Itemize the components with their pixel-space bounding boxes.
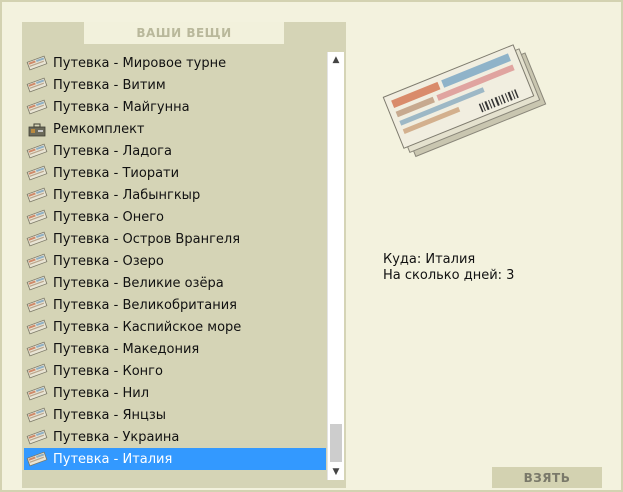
list-item-label: Путевка - Каспийское море	[53, 319, 242, 335]
list-item[interactable]: Путевка - Витим	[24, 74, 326, 96]
list-item-label: Путевка - Витим	[53, 77, 166, 93]
list-item-label: Путевка - Македония	[53, 341, 200, 357]
repair-kit-icon	[26, 121, 48, 137]
scroll-up-arrow-icon[interactable]: ▲	[328, 52, 344, 68]
ticket-icon	[26, 407, 48, 423]
list-scrollbar[interactable]: ▲ ▼	[327, 52, 344, 480]
list-item-label: Путевка - Мировое турне	[53, 55, 227, 71]
days-text: На сколько дней: 3	[383, 268, 515, 283]
item-details: Куда: Италия На сколько дней: 3	[383, 252, 514, 284]
list-item-label: Ремкомплект	[53, 121, 145, 137]
list-item[interactable]: Путевка - Нил	[24, 382, 326, 404]
list-item-label: Путевка - Великобритания	[53, 297, 237, 313]
items-list[interactable]: Путевка - Мировое турне Путевка - Витим Пу…	[24, 52, 326, 470]
list-item[interactable]: Путевка - Мировое турне	[24, 52, 326, 74]
ticket-icon	[26, 385, 48, 401]
ticket-icon	[26, 297, 48, 313]
ticket-icon	[26, 275, 48, 291]
destination-text: Куда: Италия	[383, 252, 476, 267]
list-item[interactable]: Путевка - Янцзы	[24, 404, 326, 426]
ticket-icon	[26, 319, 48, 335]
list-item[interactable]: Путевка - Великобритания	[24, 294, 326, 316]
list-item-label: Путевка - Великие озёра	[53, 275, 224, 291]
list-item-label: Путевка - Лабынгкыр	[53, 187, 201, 203]
list-item-label: Путевка - Нил	[53, 385, 150, 401]
ticket-icon	[26, 187, 48, 203]
list-item-label: Путевка - Ладога	[53, 143, 172, 159]
list-item[interactable]: Путевка - Македония	[24, 338, 326, 360]
list-item[interactable]: Путевка - Озеро	[24, 250, 326, 272]
item-preview-image	[378, 40, 548, 170]
list-item-label: Путевка - Конго	[53, 363, 163, 379]
list-item-label: Путевка - Янцзы	[53, 407, 167, 423]
ticket-icon	[26, 55, 48, 71]
list-item[interactable]: Путевка - Украина	[24, 426, 326, 448]
ticket-icon	[26, 429, 48, 445]
list-item[interactable]: Путевка - Остров Врангеля	[24, 228, 326, 250]
ticket-icon	[26, 165, 48, 181]
list-item-label: Путевка - Остров Врангеля	[53, 231, 241, 247]
list-item[interactable]: Путевка - Ладога	[24, 140, 326, 162]
list-item[interactable]: Путевка - Тиорати	[24, 162, 326, 184]
list-item[interactable]: Путевка - Конго	[24, 360, 326, 382]
scroll-thumb[interactable]	[330, 424, 342, 462]
list-item[interactable]: Ремкомплект	[24, 118, 326, 140]
take-button[interactable]: ВЗЯТЬ	[492, 467, 602, 488]
ticket-icon	[26, 341, 48, 357]
panel-title: ВАШИ ВЕЩИ	[84, 22, 284, 44]
ticket-bundle-icon	[382, 44, 547, 158]
ticket-icon	[26, 143, 48, 159]
list-item-label: Путевка - Тиорати	[53, 165, 180, 181]
list-item[interactable]: Путевка - Лабынгкыр	[24, 184, 326, 206]
list-item-label: Путевка - Майгунна	[53, 99, 190, 115]
ticket-icon	[26, 231, 48, 247]
list-item-label: Путевка - Италия	[53, 451, 173, 467]
list-item-label: Путевка - Онего	[53, 209, 164, 225]
list-item[interactable]: Путевка - Майгунна	[24, 96, 326, 118]
list-item-label: Путевка - Озеро	[53, 253, 164, 269]
ticket-icon	[26, 77, 48, 93]
ticket-icon	[26, 99, 48, 115]
ticket-icon	[26, 209, 48, 225]
ticket-icon	[26, 363, 48, 379]
list-item[interactable]: Путевка - Каспийское море	[24, 316, 326, 338]
list-item[interactable]: Путевка - Италия	[24, 448, 326, 470]
ticket-icon	[26, 451, 48, 467]
list-item[interactable]: Путевка - Онего	[24, 206, 326, 228]
ticket-icon	[26, 253, 48, 269]
list-item[interactable]: Путевка - Великие озёра	[24, 272, 326, 294]
scroll-down-arrow-icon[interactable]: ▼	[328, 464, 344, 480]
list-item-label: Путевка - Украина	[53, 429, 180, 445]
